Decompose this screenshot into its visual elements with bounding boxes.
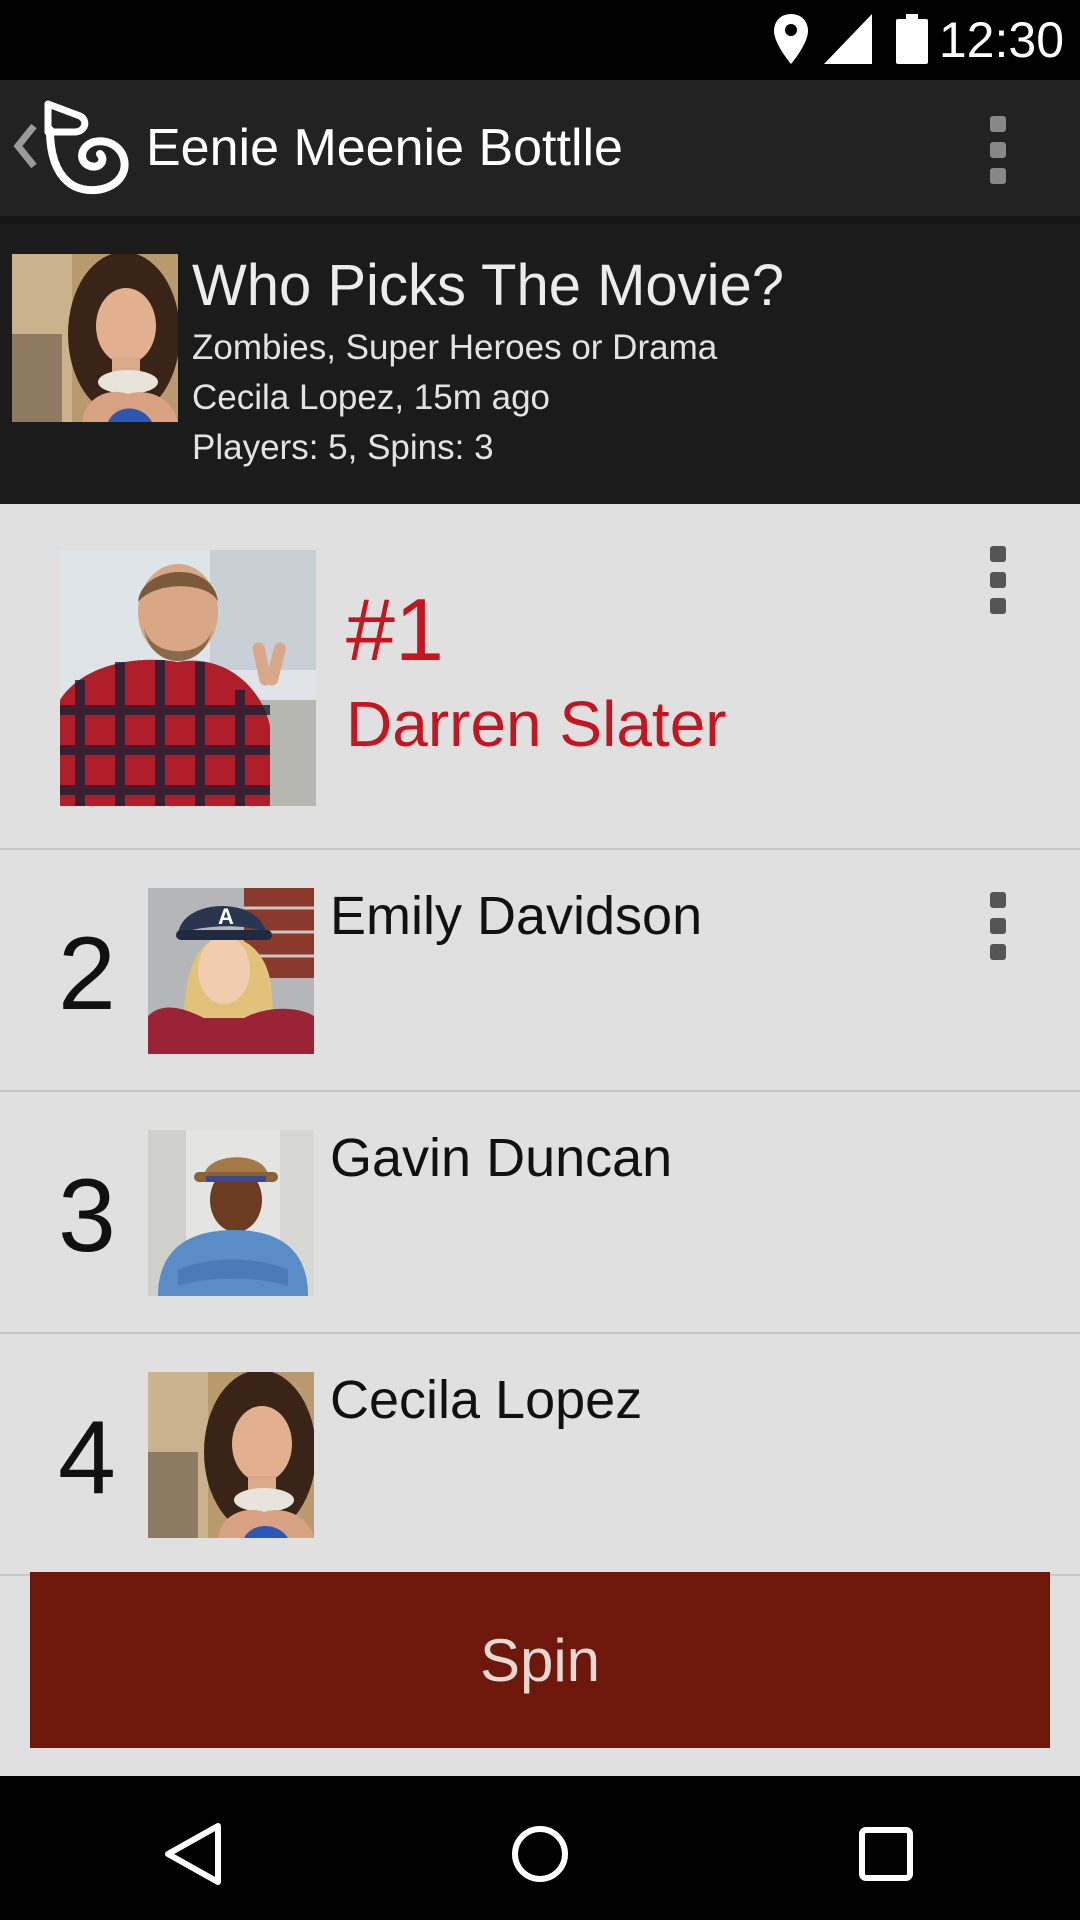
overflow-menu-icon[interactable] — [978, 892, 1018, 972]
winner-rank: #1 — [346, 580, 444, 679]
player-name: Cecila Lopez — [330, 1370, 643, 1430]
signal-icon — [824, 14, 872, 64]
game-stats: Players: 5, Spins: 3 — [192, 428, 494, 467]
player-name: Gavin Duncan — [330, 1128, 673, 1188]
winner-photo — [60, 550, 316, 806]
game-header: Who Picks The Movie? Zombies, Super Hero… — [0, 216, 1080, 504]
player-rank: 2 — [58, 916, 116, 1032]
winner-name: Darren Slater — [346, 688, 727, 760]
player-row[interactable]: 3 Gavin Duncan — [0, 1092, 1080, 1334]
winner-row[interactable]: #1 Darren Slater — [0, 504, 1080, 850]
chevron-left-icon[interactable] — [10, 116, 40, 176]
app-title: Eenie Meenie Bottlle — [146, 119, 623, 177]
battery-icon — [896, 14, 928, 64]
status-bar: 12:30 — [0, 0, 1080, 80]
player-photo: A — [148, 888, 314, 1054]
recents-square-icon[interactable] — [846, 1814, 926, 1894]
svg-text:A: A — [218, 904, 234, 929]
app-bar: Eenie Meenie Bottlle — [0, 80, 1080, 216]
player-row[interactable]: 4 Cecila Lopez — [0, 1334, 1080, 1576]
game-subtitle: Zombies, Super Heroes or Drama — [192, 328, 718, 367]
player-rank: 3 — [58, 1158, 116, 1274]
location-icon — [774, 14, 808, 64]
back-triangle-icon[interactable] — [152, 1814, 232, 1894]
bottle-logo-icon[interactable] — [40, 100, 130, 196]
player-list: #1 Darren Slater 2 A Emily Davidson 3 Ga… — [0, 504, 1080, 1776]
status-time: 12:30 — [938, 12, 1064, 68]
player-rank: 4 — [58, 1400, 116, 1516]
player-name: Emily Davidson — [330, 886, 703, 946]
player-photo — [148, 1372, 314, 1538]
game-title: Who Picks The Movie? — [192, 253, 785, 318]
overflow-menu-icon[interactable] — [978, 546, 1018, 626]
player-row[interactable]: 2 A Emily Davidson — [0, 850, 1080, 1092]
player-photo — [148, 1130, 314, 1296]
home-circle-icon[interactable] — [500, 1814, 580, 1894]
overflow-menu-icon[interactable] — [978, 116, 1018, 196]
navigation-bar — [0, 1778, 1080, 1920]
creator-avatar — [12, 254, 178, 422]
spin-button[interactable]: Spin — [30, 1572, 1050, 1748]
game-creator: Cecila Lopez, 15m ago — [192, 378, 550, 417]
